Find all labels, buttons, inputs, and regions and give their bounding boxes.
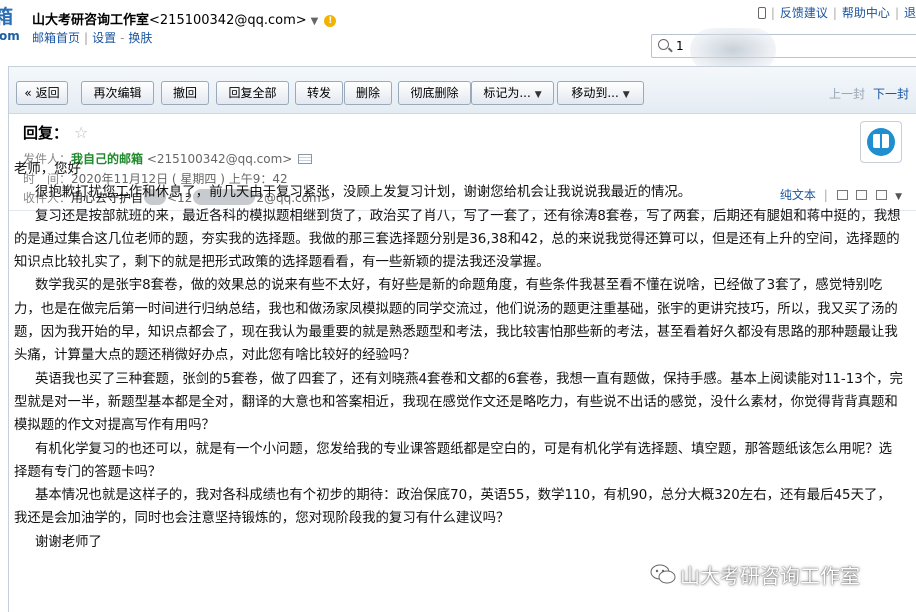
- body-paragraph: 复习还是按部就班的来，最近各科的模拟题相继到货了，政治买了肖八，写了一套了，还有…: [14, 208, 901, 271]
- star-icon[interactable]: ☆: [74, 123, 88, 142]
- link-mailbox-home[interactable]: 邮箱首页: [32, 31, 80, 45]
- coin-icon[interactable]: !: [324, 15, 337, 27]
- divider: |: [770, 6, 775, 20]
- account-email: <215100342@qq.com>: [149, 13, 307, 28]
- mail-pager: 上一封 下一封: [829, 85, 909, 102]
- book-icon: [873, 134, 889, 148]
- account-name: 山大考研咨询工作室: [32, 13, 150, 28]
- divider: |: [894, 6, 899, 20]
- mark-as-button[interactable]: 标记为... ▼: [471, 81, 554, 105]
- re-edit-button[interactable]: 再次编辑: [81, 81, 154, 105]
- divider: |: [832, 6, 837, 20]
- recall-button[interactable]: 撤回: [161, 81, 209, 105]
- link-change-skin[interactable]: 换肤: [128, 31, 152, 45]
- mail-logo[interactable]: 箱 om: [0, 6, 20, 43]
- account-info: 山大考研咨询工作室<215100342@qq.com> ▼!: [32, 9, 337, 28]
- account-links: 邮箱首页 | 设置 - 换肤: [32, 29, 152, 46]
- link-feedback[interactable]: 反馈建议: [780, 6, 828, 20]
- permanent-delete-button[interactable]: 彻底删除: [398, 81, 471, 105]
- prev-mail-link[interactable]: 上一封: [829, 87, 865, 101]
- chevron-down-icon: ▼: [534, 90, 542, 100]
- chevron-down-icon: ▼: [622, 90, 630, 100]
- delete-button[interactable]: 删除: [344, 81, 392, 105]
- next-mail-link[interactable]: 下一封: [873, 87, 909, 101]
- body-closing: 谢谢老师了: [35, 534, 102, 550]
- mark-as-label: 标记为...: [483, 86, 531, 100]
- phone-icon[interactable]: [757, 7, 766, 19]
- top-bar: 箱 om 山大考研咨询工作室<215100342@qq.com> ▼! 邮箱首页 |…: [0, 0, 916, 72]
- chevron-down-icon[interactable]: ▼: [311, 16, 319, 27]
- divider: |: [84, 31, 89, 45]
- greeting: 老师，您好: [14, 162, 81, 177]
- body-paragraph: 数学我买的是张宇8套卷，做的效果总的说来有些不太好，有好些是新的命题角度，有些条…: [14, 278, 898, 364]
- watermark-text: 山大考研咨询工作室: [680, 564, 860, 588]
- logo-text-bottom: om: [0, 29, 20, 43]
- mail-subject: 回复： ☆: [23, 122, 88, 143]
- avatar[interactable]: [860, 121, 902, 163]
- search-icon[interactable]: [658, 39, 669, 50]
- body-paragraph: 英语我也买了三种套题，张剑的5套卷，做了四套了，还有刘晓燕4套卷和文都的6套卷，…: [14, 371, 903, 434]
- logo-text-top: 箱: [0, 6, 14, 28]
- link-help-center[interactable]: 帮助中心: [842, 6, 890, 20]
- divider: -: [120, 31, 125, 45]
- body-paragraph: 有机化学复习的也还可以，就是有一个小问题，您发给我的专业课答题纸都是空白的，可是…: [14, 441, 892, 480]
- mail-body: 老师，您好 很抱歉打扰您工作和休息了，前几天由于复习紧张，没顾上发复习计划，谢谢…: [14, 158, 904, 554]
- top-right-links: | 反馈建议 | 帮助中心 | 退: [757, 4, 916, 21]
- wechat-icon: [650, 564, 676, 584]
- subject-text: 回复：: [23, 124, 69, 142]
- forward-button[interactable]: 转发: [295, 81, 343, 105]
- reply-all-button[interactable]: 回复全部: [216, 81, 289, 105]
- mail-toolbar: « 返回 再次编辑 撤回 回复全部 转发 删除 彻底删除 标记为... ▼ 移动到…: [9, 67, 916, 114]
- back-button[interactable]: « 返回: [16, 81, 68, 105]
- body-paragraph: 很抱歉打扰您工作和休息了，前几天由于复习紧张，没顾上发复习计划，谢谢您给机会让我…: [35, 185, 692, 201]
- move-to-label: 移动到...: [571, 86, 619, 100]
- link-logout[interactable]: 退: [904, 6, 916, 20]
- body-paragraph: 基本情况也就是这样子的，我对各科成绩也有个初步的期待：政治保底70，英语55，数…: [14, 488, 891, 527]
- move-to-button[interactable]: 移动到... ▼: [557, 81, 644, 105]
- link-settings[interactable]: 设置: [92, 31, 116, 45]
